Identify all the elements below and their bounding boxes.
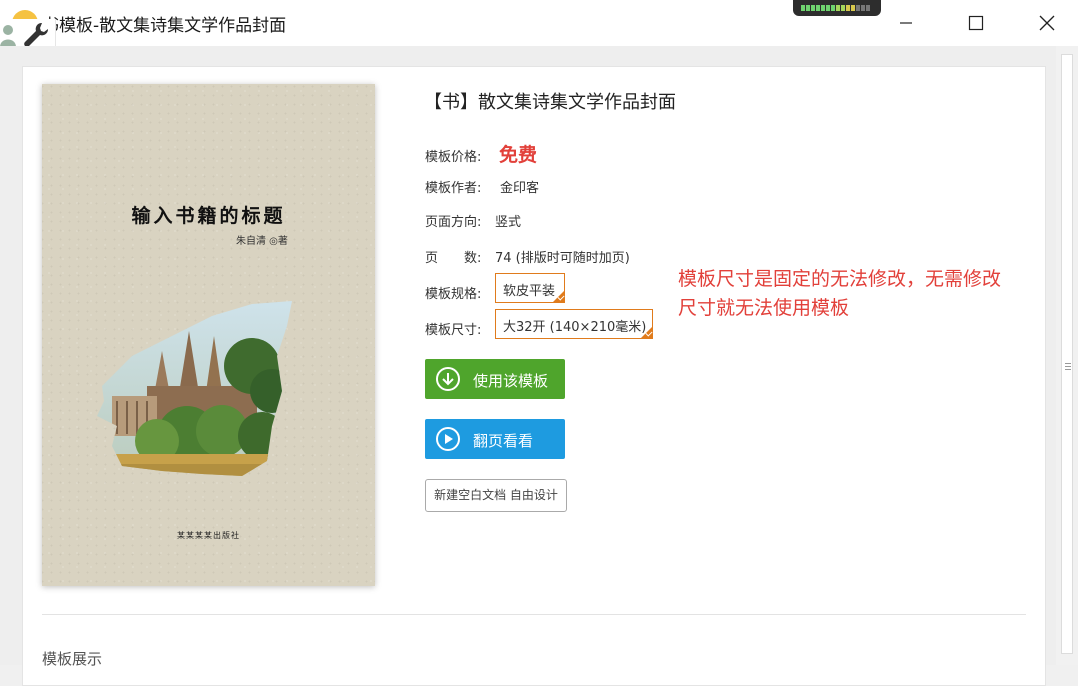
selected-check-icon <box>640 326 653 339</box>
spec-row: 模板规格: <box>425 283 481 302</box>
pages-value: 74 (排版时可随时加页) <box>495 251 630 266</box>
maximize-icon <box>968 15 984 31</box>
spec-label: 模板规格: <box>425 287 482 302</box>
cover-publisher: 某某某某出版社 <box>177 531 240 540</box>
author-value: 金印客 <box>500 181 540 196</box>
cover-title: 输入书籍的标题 <box>131 205 286 227</box>
spec-option-selected[interactable]: 软皮平装 <box>495 273 565 303</box>
close-button[interactable] <box>1027 8 1067 38</box>
wrench-icon <box>24 22 49 47</box>
minimize-icon <box>900 22 912 24</box>
size-label: 模板尺寸: <box>425 323 482 338</box>
play-icon <box>436 427 460 451</box>
cover-author: 朱自清 ◎著 <box>236 236 288 247</box>
flip-preview-label: 翻页看看 <box>473 432 534 450</box>
price-value: 免费 <box>499 144 538 166</box>
showcase-section-title: 模板展示 <box>42 650 103 668</box>
minimize-button[interactable] <box>886 8 926 38</box>
pages-label: 页 数: <box>425 251 482 266</box>
close-icon <box>1039 15 1055 31</box>
template-heading: 【书】散文集诗集文学作品封面 <box>424 92 676 113</box>
use-template-label: 使用该模板 <box>473 372 549 390</box>
book-cover-preview[interactable]: 输入书籍的标题 朱自清 ◎著 某某某某出版社 <box>42 84 375 586</box>
size-row: 模板尺寸: <box>425 319 481 338</box>
size-option-selected[interactable]: 大32开 (140×210毫米) <box>495 309 653 339</box>
author-row: 模板作者: 金印客 <box>425 177 539 196</box>
orientation-label: 页面方向: <box>425 215 482 230</box>
orientation-row: 页面方向: 竖式 <box>425 211 521 230</box>
size-option-label: 大32开 (140×210毫米) <box>503 320 647 335</box>
window-title-bar: 书模板-散文集诗集文学作品封面 <box>0 0 1078 46</box>
use-template-button[interactable]: 使用该模板 <box>425 359 565 399</box>
window-title: 书模板-散文集诗集文学作品封面 <box>42 16 287 36</box>
section-divider <box>42 614 1026 615</box>
selected-check-icon <box>552 290 565 303</box>
scrollbar-thumb[interactable] <box>1061 54 1073 654</box>
pages-row: 页 数: 74 (排版时可随时加页) <box>425 247 630 266</box>
new-blank-document-button[interactable]: 新建空白文档 自由设计 <box>425 479 567 512</box>
price-label: 模板价格: <box>425 150 482 165</box>
flip-preview-button[interactable]: 翻页看看 <box>425 419 565 459</box>
orientation-value: 竖式 <box>495 215 522 230</box>
cathedral-landscape-image <box>97 301 292 476</box>
scrollbar-grip-icon <box>1065 363 1071 364</box>
level-meter-widget <box>793 0 881 16</box>
spec-option-label: 软皮平装 <box>503 284 556 299</box>
price-row: 模板价格: 免费 <box>425 144 537 166</box>
vertical-scrollbar[interactable] <box>1056 46 1078 665</box>
download-icon <box>436 367 460 391</box>
author-label: 模板作者: <box>425 181 482 196</box>
maximize-button[interactable] <box>956 8 996 38</box>
annotation-note: 模板尺寸是固定的无法修改，无需修改尺寸就无法使用模板 <box>678 268 1002 319</box>
